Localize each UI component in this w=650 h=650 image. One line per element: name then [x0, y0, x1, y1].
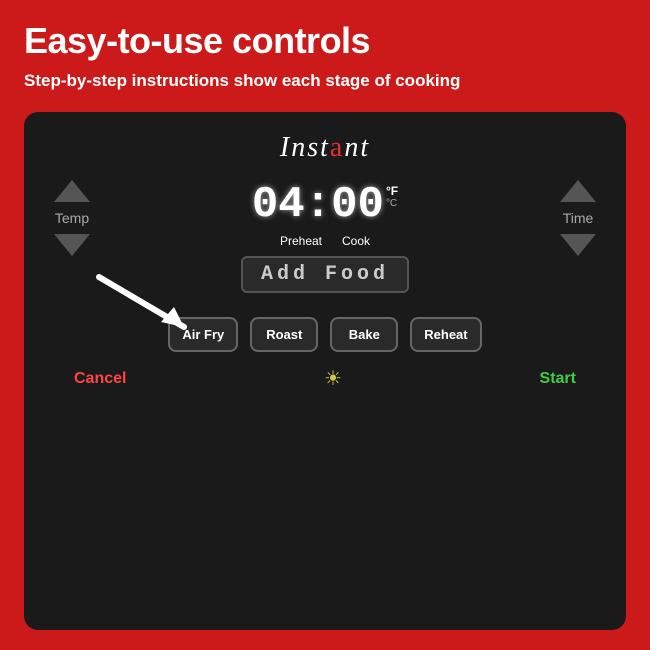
roast-button[interactable]: Roast	[250, 317, 318, 352]
timer-unit: °F °C	[386, 184, 398, 209]
phase-labels: Preheat Cook	[280, 234, 370, 248]
fahrenheit-unit: °F	[386, 184, 398, 198]
light-icon[interactable]: ☀	[324, 366, 342, 391]
time-label: Time	[563, 210, 594, 226]
display-section: 04:00 °F °C Preheat Cook Add Food	[106, 180, 544, 293]
function-buttons: Air Fry Roast Bake Reheat	[168, 317, 481, 352]
timer-display: 04:00 °F °C	[252, 180, 398, 230]
air-fry-button[interactable]: Air Fry	[168, 317, 238, 352]
device-panel: Instant Temp 04:00 °F °C Pr	[24, 112, 626, 630]
brand-dot: a	[330, 132, 344, 163]
subtitle: Step-by-step instructions show each stag…	[24, 70, 626, 92]
bake-button[interactable]: Bake	[330, 317, 398, 352]
temp-up-arrow[interactable]	[54, 180, 90, 202]
timer-digits: 04:00	[252, 180, 384, 230]
start-button[interactable]: Start	[540, 370, 576, 388]
main-title: Easy-to-use controls	[24, 20, 626, 62]
time-up-arrow[interactable]	[560, 180, 596, 202]
bottom-controls: Cancel ☀ Start	[54, 366, 596, 391]
cook-label: Cook	[342, 234, 370, 248]
time-section: Time	[560, 180, 596, 256]
temp-label: Temp	[55, 210, 89, 226]
reheat-button[interactable]: Reheat	[410, 317, 481, 352]
preheat-label: Preheat	[280, 234, 322, 248]
cancel-button[interactable]: Cancel	[74, 370, 126, 388]
brand-name: Instant	[280, 132, 370, 164]
temp-section: Temp	[54, 180, 90, 256]
controls-row: Temp 04:00 °F °C Preheat Cook Add Food	[54, 180, 596, 293]
celsius-unit: °C	[386, 198, 398, 209]
time-down-arrow[interactable]	[560, 234, 596, 256]
page-container: Easy-to-use controls Step-by-step instru…	[0, 0, 650, 650]
temp-down-arrow[interactable]	[54, 234, 90, 256]
add-food-display: Add Food	[241, 256, 409, 293]
